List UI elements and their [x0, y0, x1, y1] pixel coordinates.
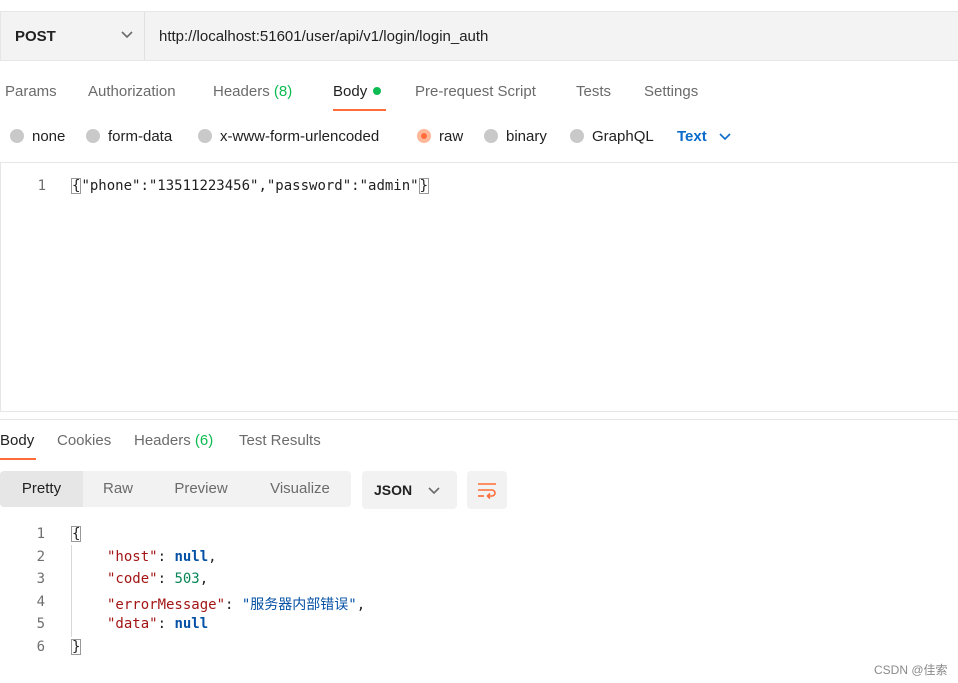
radio-urlencoded-label: x-www-form-urlencoded	[220, 128, 380, 145]
close-brace: }	[71, 639, 82, 655]
response-line-5: "data": null	[107, 616, 208, 632]
method-label: POST	[15, 28, 56, 45]
radio-form-data[interactable]: form-data	[86, 128, 172, 148]
watermark: CSDN @佳索	[874, 663, 948, 677]
response-tab-headers-label: Headers	[134, 432, 191, 449]
json-key: "errorMessage"	[107, 597, 226, 613]
radio-raw[interactable]: raw	[417, 128, 463, 148]
section-divider	[0, 419, 958, 420]
response-line-1: {	[71, 526, 82, 542]
open-brace: {	[71, 178, 82, 194]
radio-circle	[570, 129, 584, 144]
json-key: "host"	[107, 549, 158, 565]
view-mode-segmented: Pretty Raw Preview Visualize	[0, 471, 351, 507]
line-number: 1	[37, 178, 46, 194]
request-body-text: "phone":"13511223456","password":"admin"	[81, 178, 419, 194]
headers-count: (8)	[273, 83, 293, 100]
radio-form-data-label: form-data	[108, 128, 173, 145]
radio-binary-label: binary	[506, 128, 547, 145]
tab-params[interactable]: Params	[5, 83, 57, 100]
json-comma: ,	[356, 597, 366, 613]
tab-headers-label: Headers	[213, 83, 270, 100]
radio-circle	[10, 129, 24, 144]
response-line-6: }	[71, 639, 82, 655]
response-tab-test-results[interactable]: Test Results	[239, 432, 321, 449]
response-line-2: "host": null,	[107, 549, 217, 565]
radio-graphql[interactable]: GraphQL	[570, 128, 654, 148]
radio-circle	[86, 129, 100, 144]
active-response-tab-underline	[0, 458, 36, 460]
radio-raw-label: raw	[439, 128, 464, 145]
response-headers-count: (6)	[194, 432, 214, 449]
radio-binary[interactable]: binary	[484, 128, 547, 148]
line-number: 1	[36, 526, 45, 542]
radio-circle-selected	[417, 129, 431, 144]
tab-tests[interactable]: Tests	[576, 83, 611, 100]
wrap-lines-button[interactable]	[467, 471, 507, 509]
json-value: null	[174, 616, 209, 632]
raw-type-label: Text	[677, 128, 707, 145]
response-tab-headers[interactable]: Headers (6)	[134, 432, 213, 449]
tab-settings[interactable]: Settings	[644, 83, 698, 100]
tab-authorization[interactable]: Authorization	[88, 83, 176, 100]
close-brace: }	[418, 178, 430, 194]
indent-guide	[71, 545, 72, 637]
radio-none-label: none	[32, 128, 66, 145]
view-mode-visualize[interactable]: Visualize	[249, 471, 351, 507]
line-number: 4	[36, 594, 45, 610]
json-key: "data"	[107, 616, 158, 632]
radio-circle	[198, 129, 212, 144]
json-sep: :	[157, 571, 175, 587]
radio-circle	[484, 129, 498, 144]
view-mode-pretty[interactable]: Pretty	[0, 471, 83, 507]
url-input[interactable]: http://localhost:51601/user/api/v1/login…	[159, 28, 488, 45]
json-comma: ,	[208, 549, 217, 565]
tab-body[interactable]: Body	[333, 83, 382, 100]
radio-graphql-label: GraphQL	[592, 128, 654, 145]
json-value: "服务器内部错误"	[241, 597, 357, 613]
wrap-lines-icon	[477, 481, 497, 504]
response-tab-body[interactable]: Body	[0, 432, 34, 449]
response-tab-cookies[interactable]: Cookies	[57, 432, 111, 449]
json-value: 503	[174, 571, 200, 587]
url-bar: POST http://localhost:51601/user/api/v1/…	[0, 11, 958, 61]
response-line-3: "code": 503,	[107, 571, 208, 587]
json-comma: ,	[199, 571, 209, 587]
tab-body-label: Body	[333, 83, 368, 100]
json-value: null	[174, 549, 209, 565]
tab-headers[interactable]: Headers (8)	[213, 83, 292, 100]
tab-pre-request-script[interactable]: Pre-request Script	[415, 83, 536, 100]
open-brace: {	[71, 526, 82, 542]
body-indicator-dot	[373, 87, 382, 96]
view-mode-preview[interactable]: Preview	[153, 471, 249, 507]
active-tab-underline	[333, 109, 386, 111]
line-number: 5	[36, 616, 45, 632]
radio-urlencoded[interactable]: x-www-form-urlencoded	[198, 128, 379, 148]
chevron-down-icon	[719, 129, 731, 146]
chevron-down-icon	[428, 483, 440, 502]
request-body-code[interactable]: {"phone":"13511223456","password":"admin…	[71, 178, 430, 194]
line-number: 3	[36, 571, 45, 587]
format-select[interactable]: JSON	[362, 471, 457, 509]
format-label: JSON	[374, 482, 413, 498]
view-mode-raw[interactable]: Raw	[83, 471, 153, 507]
json-sep: :	[157, 616, 175, 632]
request-body-editor[interactable]	[0, 162, 958, 412]
raw-type-select[interactable]: Text	[677, 128, 731, 145]
radio-none[interactable]: none	[10, 128, 65, 148]
line-number: 2	[36, 549, 45, 565]
chevron-down-icon	[121, 27, 133, 46]
json-sep: :	[157, 549, 175, 565]
json-sep: :	[225, 597, 242, 613]
line-number: 6	[36, 639, 45, 655]
response-line-4: "errorMessage": "服务器内部错误",	[107, 594, 365, 614]
json-key: "code"	[107, 571, 158, 587]
method-select[interactable]: POST	[1, 12, 145, 60]
